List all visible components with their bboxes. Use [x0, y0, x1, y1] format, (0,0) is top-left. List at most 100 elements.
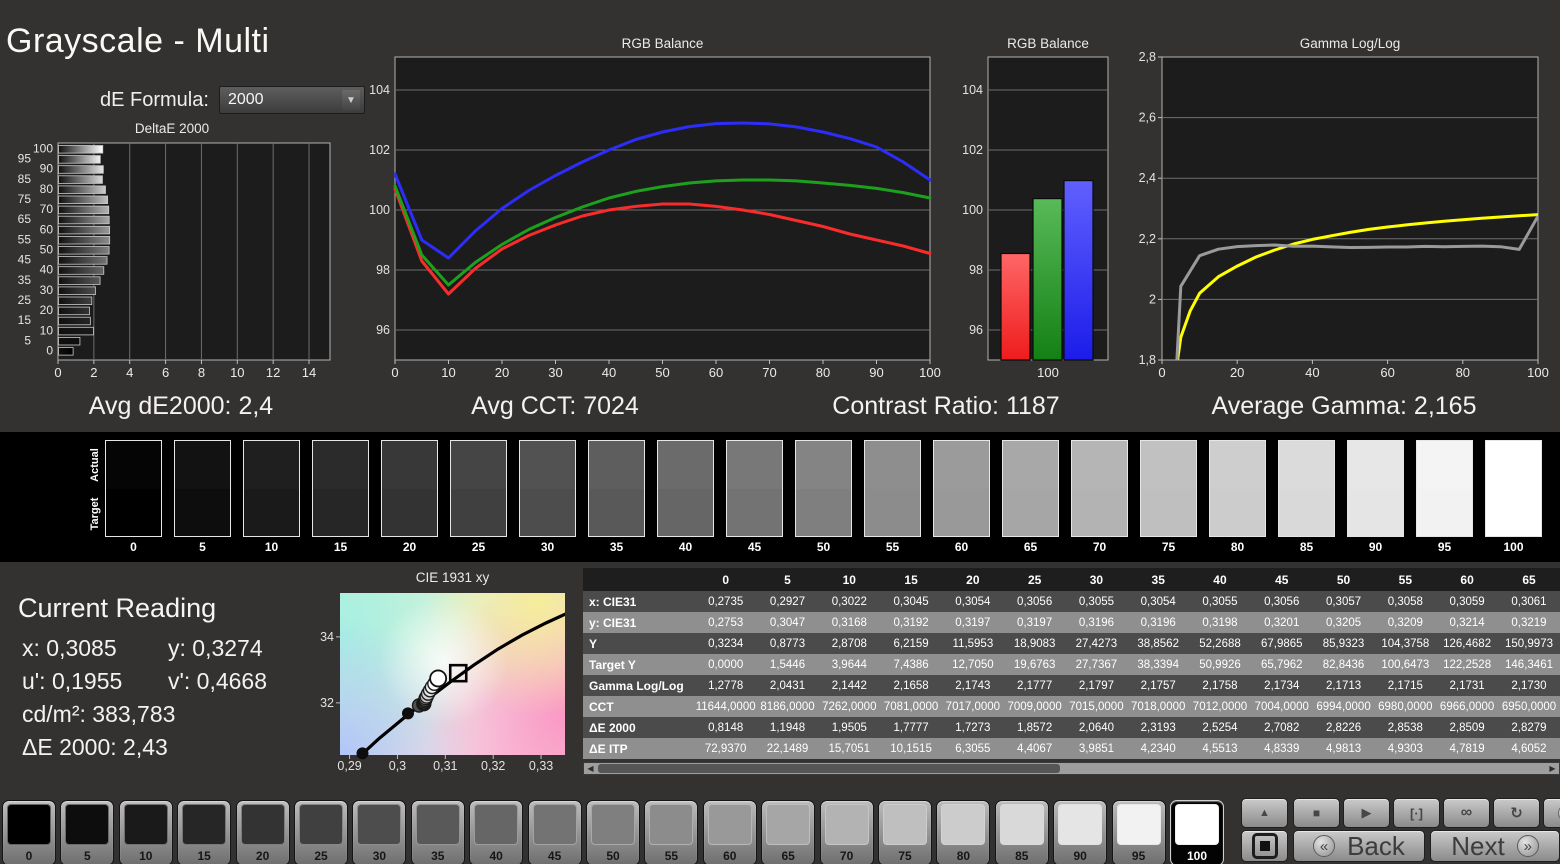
- patch-thumbnail-80[interactable]: 80: [936, 800, 991, 864]
- swatch-target-half: [1279, 488, 1334, 536]
- table-hscrollbar[interactable]: ◀ ▶: [583, 762, 1560, 775]
- patch-thumbnail-60[interactable]: 60: [702, 800, 757, 864]
- table-cell: 0,8148: [694, 717, 757, 738]
- de-formula-select[interactable]: 2000 ▼: [218, 86, 365, 114]
- table-cell: 1,8572: [1003, 717, 1066, 738]
- patch-thumbnail-25[interactable]: 25: [294, 800, 348, 864]
- patch-thumbnail-95[interactable]: 95: [1111, 800, 1166, 864]
- current-reading-title: Current Reading: [18, 593, 217, 623]
- patch-thumbnail-65[interactable]: 65: [761, 800, 816, 864]
- grayscale-swatch-35: [588, 440, 645, 537]
- patch-thumbnail-45[interactable]: 45: [527, 800, 582, 864]
- patch-color-swatch: [941, 804, 986, 845]
- table-cell: 22,1489: [756, 738, 819, 759]
- current-reading-panel: Current Reading x: 0,3085 y: 0,3274 u': …: [18, 593, 318, 760]
- table-cell: 2,1713: [1312, 675, 1375, 696]
- patch-color-swatch: [299, 804, 343, 845]
- table-column-header: 15: [880, 568, 942, 591]
- patch-thumbnail-label: 25: [314, 849, 328, 863]
- svg-text:20: 20: [40, 303, 54, 317]
- patch-thumbnail-50[interactable]: 50: [586, 800, 640, 864]
- loop-button[interactable]: ∞: [1443, 798, 1490, 828]
- patch-thumbnail-label: 30: [372, 849, 387, 863]
- swatch-actual-half: [451, 441, 506, 489]
- patch-thumbnail-90[interactable]: 90: [1053, 800, 1108, 864]
- patch-thumbnail-5[interactable]: 5: [60, 800, 115, 864]
- patch-thumbnail-70[interactable]: 70: [819, 800, 874, 864]
- summary-stats-row: Avg dE2000: 2,4 Avg CCT: 7024 Contrast R…: [0, 392, 1560, 426]
- patch-thumbnail-label: 20: [255, 849, 270, 863]
- infinity-icon: ∞: [1460, 804, 1473, 821]
- svg-text:60: 60: [709, 365, 723, 380]
- patch-color-swatch: [883, 804, 927, 845]
- table-cell: 8186,0000: [756, 696, 819, 717]
- table-row-label: ΔE 2000: [583, 717, 695, 738]
- next-button[interactable]: Next »: [1430, 830, 1560, 862]
- collapse-button[interactable]: ▲: [1241, 798, 1288, 828]
- patch-color-swatch: [766, 804, 811, 845]
- table-cell: 6966,0000: [1436, 696, 1498, 717]
- patch-thumbnail-label: 40: [489, 849, 503, 863]
- table-cell: 2,5254: [1189, 717, 1251, 738]
- table-cell: 0,3196: [1127, 612, 1190, 633]
- svg-text:45: 45: [18, 253, 32, 267]
- svg-text:0,3: 0,3: [389, 759, 406, 773]
- reading-u: u': 0,1955: [22, 668, 123, 694]
- patch-thumbnail-75[interactable]: 75: [878, 800, 932, 864]
- patch-thumbnail-85[interactable]: 85: [994, 800, 1049, 864]
- svg-text:10: 10: [40, 323, 54, 337]
- table-cell: 0,3061: [1498, 591, 1560, 612]
- table-row: Target Y 0,0000 1,5446 3,9644 7,4386 12,7050 1…: [583, 654, 1560, 675]
- svg-text:RGB Balance: RGB Balance: [1007, 36, 1089, 51]
- patch-thumbnail-15[interactable]: 15: [177, 800, 232, 864]
- table-cell: 0,3198: [1189, 612, 1251, 633]
- svg-text:30: 30: [40, 283, 54, 297]
- swatch-level-label: 10: [264, 540, 279, 554]
- patch-thumbnail-20[interactable]: 20: [235, 800, 290, 864]
- swatch-actual-half: [1003, 441, 1058, 489]
- swatch-actual-half: [244, 441, 299, 489]
- patch-thumbnail-35[interactable]: 35: [410, 800, 465, 864]
- stop-button[interactable]: ■: [1293, 798, 1340, 828]
- grayscale-swatch-95: [1416, 440, 1473, 537]
- swatch-target-half: [382, 488, 437, 536]
- play-button[interactable]: ▶: [1343, 798, 1390, 828]
- table-row: Y 0,3234 0,8773 2,8708 6,2159 11,5953 18,9083 2…: [583, 633, 1560, 654]
- table-cell: 1,1948: [756, 717, 819, 738]
- patch-thumbnail-10[interactable]: 10: [118, 800, 173, 864]
- table-cell: 6,3055: [941, 738, 1004, 759]
- grayscale-swatch-80: [1209, 440, 1266, 537]
- patch-window-button[interactable]: [1241, 830, 1288, 862]
- table-cell: 1,5446: [756, 654, 819, 675]
- patch-thumbnail-40[interactable]: 40: [469, 800, 524, 864]
- svg-text:12: 12: [266, 365, 280, 380]
- step-button[interactable]: [·]: [1393, 798, 1440, 828]
- swatch-target-half: [589, 488, 644, 536]
- table-cell: 19,6763: [1003, 654, 1066, 675]
- patch-color-swatch: [65, 804, 110, 845]
- de-formula-row: dE Formula: 2000 ▼: [100, 86, 365, 114]
- patch-thumbnail-100[interactable]: 100: [1170, 800, 1224, 864]
- svg-text:96: 96: [969, 323, 983, 337]
- back-button[interactable]: « Back: [1293, 830, 1425, 862]
- table-cell: 10,1515: [880, 738, 942, 759]
- swatch-target-half: [1003, 488, 1058, 536]
- svg-text:95: 95: [18, 152, 32, 166]
- record-indicator-button[interactable]: [1543, 798, 1560, 828]
- table-row: ΔE 2000 0,8148 1,1948 1,9505 1,7777 1,7273 1,8…: [583, 717, 1560, 738]
- table-cell: 27,7367: [1065, 654, 1128, 675]
- swatch-target-half: [175, 488, 230, 536]
- patch-thumbnail-0[interactable]: 0: [2, 800, 56, 864]
- swatch-actual-half: [1486, 441, 1541, 489]
- patch-thumbnail-30[interactable]: 30: [352, 800, 407, 864]
- scroll-left-arrow[interactable]: ◀: [584, 763, 597, 774]
- table-cell: 0,3059: [1436, 591, 1498, 612]
- scroll-right-arrow[interactable]: ▶: [1546, 763, 1559, 774]
- reading-y: y: 0,3274: [168, 635, 263, 661]
- table-cell: 1,7273: [941, 717, 1004, 738]
- grayscale-swatch-60: [933, 440, 990, 537]
- patch-thumbnail-55[interactable]: 55: [644, 800, 699, 864]
- patch-thumbnail-label: 100: [1186, 849, 1208, 863]
- refresh-button[interactable]: ↻: [1493, 798, 1540, 828]
- scrollbar-thumb[interactable]: [598, 764, 1060, 773]
